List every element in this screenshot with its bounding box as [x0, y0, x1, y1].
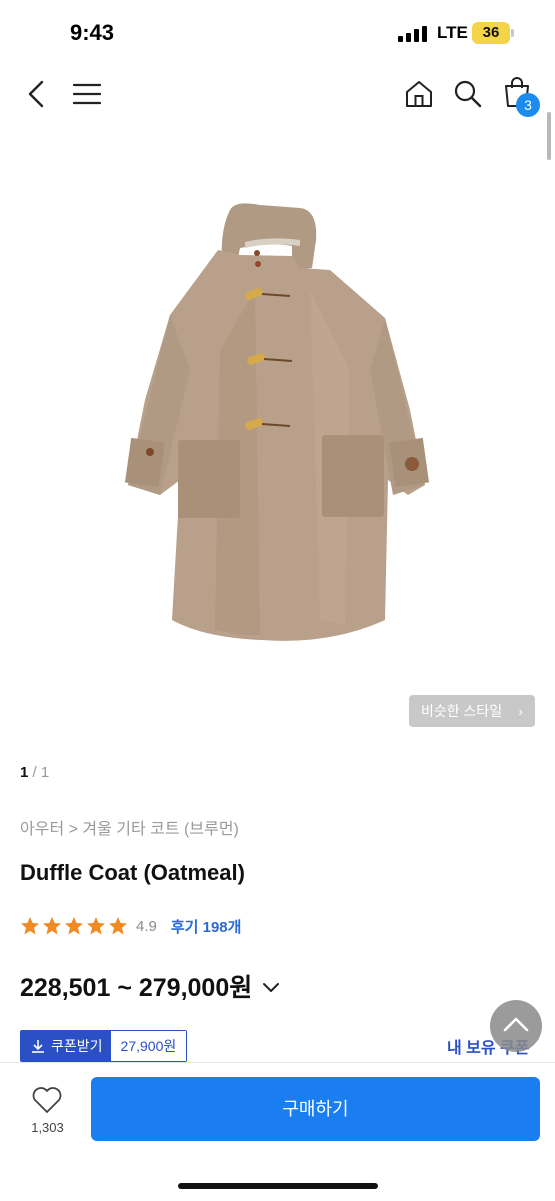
similar-style-button[interactable]: 비슷한 스타일 › [409, 695, 535, 727]
status-time: 9:43 [70, 20, 115, 45]
chevron-right-icon: › [518, 703, 523, 719]
cart-count-badge: 3 [516, 93, 540, 117]
star-icon [87, 917, 105, 935]
star-icon [43, 917, 61, 935]
coupon-download-button[interactable]: 쿠폰받기 27,900원 [20, 1030, 188, 1062]
back-icon[interactable] [26, 80, 48, 108]
scroll-to-top-button[interactable] [490, 1000, 542, 1052]
product-image[interactable] [0, 150, 555, 730]
search-icon[interactable] [453, 79, 483, 109]
price-range: 228,501 ~ 279,000원 [20, 974, 253, 1002]
rating-stars [20, 916, 130, 936]
image-page-counter: 1 / 1 [20, 764, 49, 781]
coupon-value: 27,900원 [110, 1031, 187, 1061]
battery-indicator: 36 [472, 22, 510, 44]
heart-icon[interactable] [31, 1086, 63, 1114]
like-count: 1,303 [31, 1120, 64, 1135]
network-label: LTE [437, 23, 468, 42]
menu-icon[interactable] [73, 82, 101, 106]
rating-row: 4.9 후기 198개 [20, 914, 241, 938]
star-icon [65, 917, 83, 935]
star-icon [21, 917, 39, 935]
price-row[interactable]: 228,501 ~ 279,000원 [20, 968, 280, 1004]
star-icon [109, 917, 127, 935]
similar-style-label: 비슷한 스타일 [421, 703, 503, 719]
coupon-label: 쿠폰받기 [51, 1038, 103, 1054]
breadcrumb[interactable]: 아우터 > 겨울 기타 코트 (브루먼) [20, 815, 239, 839]
battery-cap [511, 29, 514, 37]
product-title: Duffle Coat (Oatmeal) [20, 860, 245, 885]
coupon-label-box[interactable]: 쿠폰받기 [21, 1031, 111, 1061]
chevron-up-icon [503, 1017, 529, 1032]
reviews-link[interactable]: 후기 198개 [171, 916, 242, 937]
chevron-down-icon[interactable] [262, 982, 280, 994]
rating-value: 4.9 [136, 917, 157, 935]
buy-button[interactable]: 구매하기 [91, 1077, 540, 1141]
page-total: / 1 [28, 764, 50, 781]
download-icon [32, 1040, 44, 1053]
signal-icon [398, 26, 427, 42]
home-icon[interactable] [404, 80, 434, 108]
home-indicator [178, 1183, 378, 1189]
